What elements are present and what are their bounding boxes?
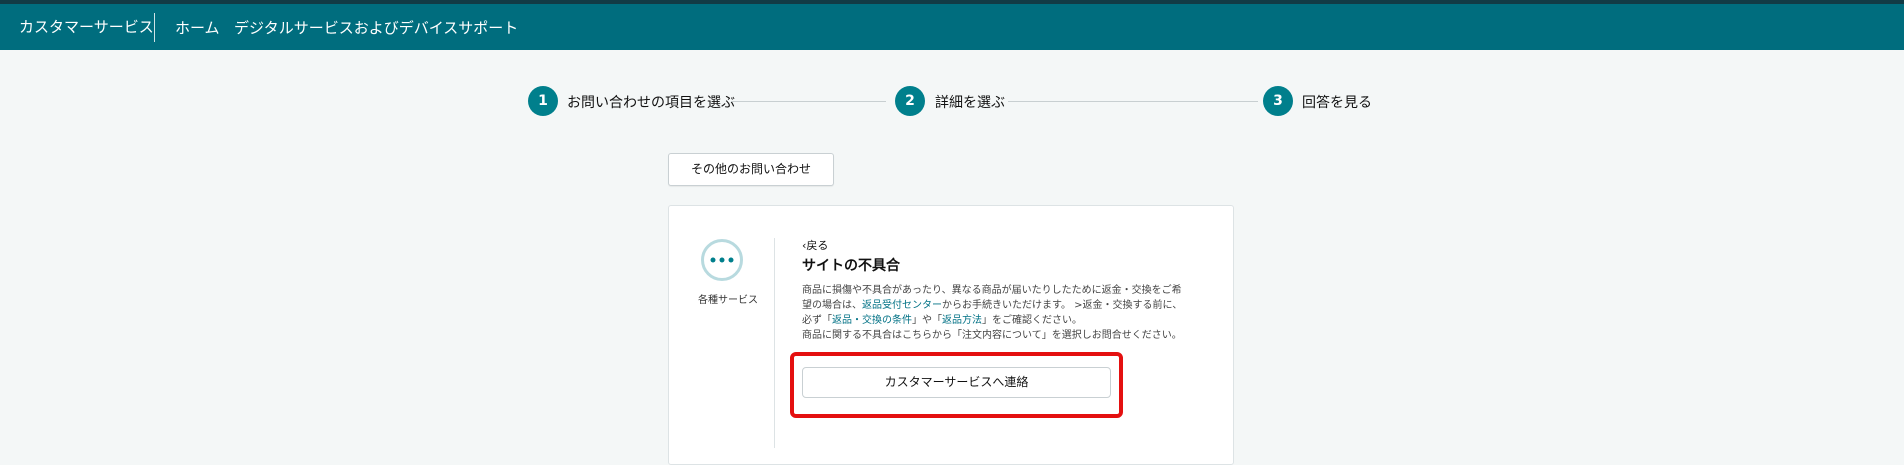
back-link[interactable]: ‹戻る bbox=[802, 237, 828, 253]
return-center-link[interactable]: 返品受付センター bbox=[862, 300, 942, 311]
return-conditions-link[interactable]: 返品・交換の条件 bbox=[832, 315, 912, 326]
description-line: 商品に損傷や不具合があったり、異なる商品が届いたりしたために返金・交換をご希 bbox=[802, 285, 1182, 296]
contact-customer-service-button[interactable]: カスタマーサービスへ連絡 bbox=[802, 367, 1111, 398]
step-connector-1 bbox=[731, 101, 886, 102]
step-3-label: 回答を見る bbox=[1302, 95, 1372, 111]
description-line: 必ず「返品・交換の条件」や「返品方法」をご確認ください。 bbox=[802, 315, 1082, 326]
step-2-number: 2 bbox=[895, 86, 925, 116]
description-line: 望の場合は、返品受付センターからお手続きいただけます。 >返金・交換する前に、 bbox=[802, 300, 1183, 311]
issue-description: 商品に損傷や不具合があったり、異なる商品が届いたりしたために返金・交換をご希 望… bbox=[802, 283, 1212, 343]
step-1-label: お問い合わせの項目を選ぶ bbox=[567, 95, 735, 111]
brand-title[interactable]: カスタマーサービス bbox=[19, 16, 154, 37]
description-line: 商品に関する不具合はこちらから「注文内容について」を選択しお問合せください。 bbox=[802, 330, 1182, 341]
top-nav-bar: カスタマーサービス ホーム デジタルサービスおよびデバイスサポート bbox=[0, 0, 1904, 50]
step-connector-2 bbox=[1008, 101, 1258, 102]
step-1-number: 1 bbox=[528, 86, 558, 116]
back-link-label: 戻る bbox=[806, 239, 829, 252]
step-2-label: 詳細を選ぶ bbox=[935, 95, 1005, 111]
nav-home-link[interactable]: ホーム bbox=[175, 17, 220, 38]
nav-digital-support-link[interactable]: デジタルサービスおよびデバイスサポート bbox=[234, 17, 518, 38]
return-method-link[interactable]: 返品方法 bbox=[942, 315, 982, 326]
other-inquiry-button[interactable]: その他のお問い合わせ bbox=[668, 153, 834, 186]
issue-title: サイトの不具合 bbox=[802, 258, 900, 274]
header-divider bbox=[154, 13, 155, 42]
card-divider bbox=[774, 238, 775, 448]
more-dots-icon bbox=[701, 239, 743, 281]
step-3-number: 3 bbox=[1263, 86, 1293, 116]
service-category-label: 各種サービス bbox=[698, 295, 758, 306]
